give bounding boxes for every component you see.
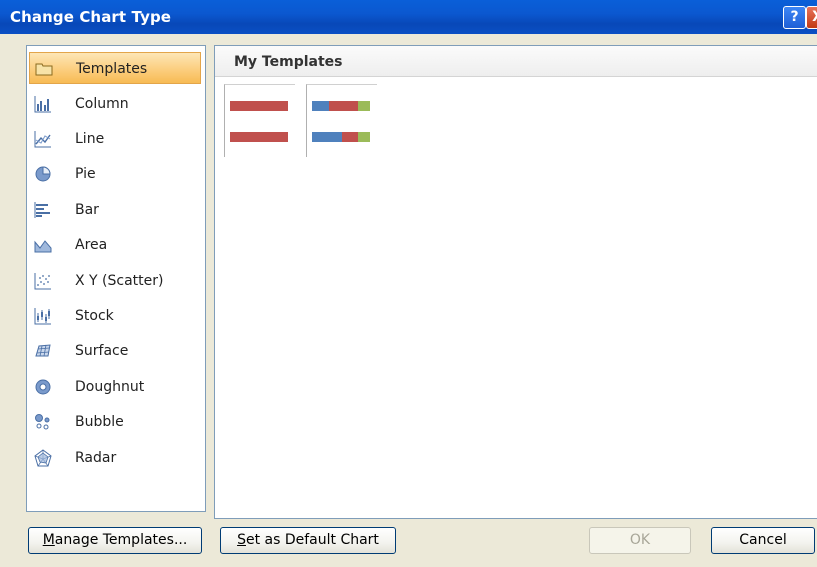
manage-templates-button[interactable]: Manage Templates... <box>28 527 202 554</box>
chart-type-bar[interactable]: Bar <box>29 194 201 226</box>
template-bar <box>230 101 288 111</box>
chart-type-label: Bubble <box>75 414 124 430</box>
chart-type-label: Area <box>75 237 108 253</box>
chart-type-label: Templates <box>76 61 148 77</box>
chart-type-surface[interactable]: Surface <box>29 335 201 367</box>
doughnut-chart-icon <box>35 379 51 395</box>
chart-type-line[interactable]: Line <box>29 123 201 155</box>
template-bar <box>342 132 358 142</box>
section-header: My Templates <box>215 46 817 77</box>
radar-chart-icon <box>34 449 52 467</box>
template-bar <box>312 132 342 142</box>
chart-type-label: Pie <box>75 166 96 182</box>
template-thumbnail-1[interactable] <box>224 84 295 157</box>
chart-type-label: Line <box>75 131 105 147</box>
chart-type-label: Doughnut <box>75 379 145 395</box>
chart-type-label: Surface <box>75 343 129 359</box>
template-bar <box>358 101 370 111</box>
bar-chart-icon <box>34 202 50 218</box>
chart-type-scatter[interactable]: X Y (Scatter) <box>29 265 201 297</box>
close-button[interactable]: X <box>806 6 817 29</box>
template-bar <box>230 132 288 142</box>
dialog-title: Change Chart Type <box>10 8 172 26</box>
chart-type-label: Column <box>75 96 129 112</box>
chart-type-stock[interactable]: Stock <box>29 300 201 332</box>
chart-type-label: Radar <box>75 450 117 466</box>
set-as-default-chart-button[interactable]: Set as Default Chart <box>220 527 396 554</box>
chart-type-templates[interactable]: Templates <box>29 52 201 84</box>
folder-icon <box>35 63 53 76</box>
chart-type-label: X Y (Scatter) <box>75 273 164 289</box>
scatter-chart-icon <box>34 273 51 290</box>
template-bar <box>358 132 370 142</box>
stock-chart-icon <box>34 308 51 325</box>
chart-type-pie[interactable]: Pie <box>29 158 201 190</box>
surface-chart-icon <box>35 344 51 357</box>
access-key: M <box>42 532 55 548</box>
change-chart-type-dialog: Change Chart Type ? X Templates Column <box>0 0 817 567</box>
ok-button[interactable]: OK <box>589 527 691 554</box>
cancel-button[interactable]: Cancel <box>711 527 815 554</box>
line-chart-icon <box>34 131 51 148</box>
template-gallery: My Templates <box>214 45 817 519</box>
section-title: My Templates <box>234 54 343 70</box>
template-bar <box>329 101 358 111</box>
bubble-chart-icon <box>35 414 50 430</box>
chart-type-radar[interactable]: Radar <box>29 442 201 474</box>
chart-type-label: Bar <box>75 202 99 218</box>
button-label-rest: anage Templates... <box>54 532 188 548</box>
template-thumbnail-2[interactable] <box>306 84 377 157</box>
chart-type-label: Stock <box>75 308 114 324</box>
chart-type-bubble[interactable]: Bubble <box>29 406 201 438</box>
chart-type-doughnut[interactable]: Doughnut <box>29 371 201 403</box>
pie-chart-icon <box>35 166 51 182</box>
access-key: S <box>237 532 246 548</box>
chart-type-column[interactable]: Column <box>29 88 201 120</box>
area-chart-icon <box>34 240 52 253</box>
chart-type-list: Templates Column Line Pie Bar Area X Y (… <box>26 45 206 512</box>
template-bar <box>312 101 329 111</box>
title-bar: Change Chart Type ? X <box>0 0 817 34</box>
column-chart-icon <box>34 96 51 113</box>
help-button[interactable]: ? <box>783 6 806 29</box>
button-label-rest: et as Default Chart <box>245 532 379 548</box>
chart-type-area[interactable]: Area <box>29 229 201 261</box>
